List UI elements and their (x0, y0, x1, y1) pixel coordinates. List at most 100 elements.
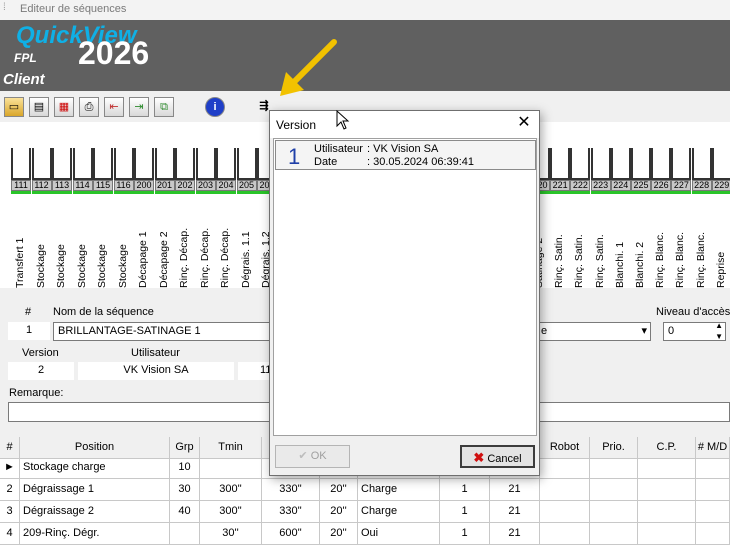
table-cell: 21 (490, 523, 540, 545)
dialog-titlebar: Version ✕ (270, 111, 539, 138)
station-number: 116 (113, 180, 134, 191)
table-cell (696, 501, 730, 523)
sequence-number: 1 (8, 322, 50, 340)
table-cell: 40 (170, 501, 200, 523)
station-name: Décapage 2 (157, 231, 170, 288)
station-name: Stockage (96, 244, 108, 288)
delete-document-icon[interactable]: ▦ (54, 97, 74, 117)
station-number: 223 (590, 180, 611, 191)
cancel-button[interactable]: ✖ Cancel (460, 445, 535, 468)
version-date-label: Date (314, 156, 338, 168)
station-status-bar (631, 191, 651, 194)
brand-year: 2026 (78, 35, 150, 71)
copy-icon[interactable]: ⧉ (154, 97, 174, 117)
version-value: 2 (8, 362, 74, 380)
import-icon[interactable]: ⇤ (104, 97, 124, 117)
station-tank[interactable] (216, 148, 236, 180)
station-name: Rinç. Satin. (553, 234, 566, 288)
station-tank[interactable] (52, 148, 72, 180)
checkmark-icon: ✔ (298, 450, 308, 462)
station-status-bar (195, 191, 216, 194)
version-user-label: Utilisateur (314, 143, 363, 155)
station-tank[interactable] (691, 148, 712, 180)
table-cell: 300'' (200, 479, 262, 501)
table-cell: 21 (490, 501, 540, 523)
station-tank[interactable] (175, 148, 195, 180)
station-name: Dégrais. 1.1 (239, 231, 252, 288)
access-level-stepper[interactable]: 0 ▲ ▼ (663, 322, 726, 341)
station-tank[interactable] (711, 148, 730, 180)
station-tank[interactable] (631, 148, 651, 180)
info-icon[interactable]: i (205, 97, 225, 117)
access-label: Niveau d'accès (656, 306, 730, 318)
open-folder-icon[interactable]: ▭ (4, 97, 24, 117)
table-cell: 20'' (320, 523, 358, 545)
station-tank[interactable] (550, 148, 571, 180)
station-number: 226 (651, 180, 672, 191)
cancel-x-icon: ✖ (473, 450, 485, 465)
user-label: Utilisateur (131, 347, 180, 359)
version-list-item[interactable]: 1 Utilisateur : VK Vision SA Date : 30.0… (275, 140, 536, 170)
table-cell: 20'' (320, 479, 358, 501)
chevron-down-icon: ▾ (641, 325, 647, 337)
station-name: Stockage (34, 244, 47, 288)
station-number: 201 (154, 180, 175, 191)
station-name: Reprise (714, 251, 727, 288)
table-cell: 30 (170, 479, 200, 501)
station-name: Rinç. Blanc. (654, 231, 667, 288)
close-icon[interactable]: ✕ (514, 114, 534, 134)
table-row[interactable]: 3 Dégraissage 2 40 300'' 330'' 20'' Charge 1 21 (0, 501, 730, 523)
station-name: Décapage 1 (137, 231, 149, 288)
station-tank[interactable] (72, 148, 93, 180)
station-tank[interactable] (93, 148, 113, 180)
dialog-title: Version (276, 118, 317, 132)
station-tank[interactable] (610, 148, 631, 180)
name-label: Nom de la séquence (53, 306, 154, 318)
table-cell (590, 479, 638, 501)
station-status-bar (113, 191, 134, 194)
cancel-button-label: Cancel (487, 453, 522, 465)
station-number: 225 (631, 180, 651, 191)
station-tank[interactable] (651, 148, 672, 180)
station-status-bar (570, 191, 591, 194)
station-tank[interactable] (570, 148, 591, 180)
station-tank[interactable] (671, 148, 692, 180)
station-number: 205 (236, 180, 257, 191)
sequence-type-select[interactable]: e ▾ (536, 322, 651, 341)
sequence-name-input[interactable]: BRILLANTAGE-SATINAGE 1 (53, 322, 278, 341)
table-row[interactable]: 2 Dégraissage 1 30 300'' 330'' 20'' Charge 1 21 (0, 479, 730, 501)
stepper-arrows-icon: ▲ ▼ (715, 322, 723, 341)
station-tank[interactable] (236, 148, 257, 180)
station-status-bar (550, 191, 571, 194)
station-number: 113 (52, 180, 72, 191)
table-cell: ► (0, 457, 20, 479)
table-cell: Charge (358, 479, 440, 501)
version-dialog: Version ✕ 1 Utilisateur : VK Vision SA D… (269, 110, 540, 476)
station-tank[interactable] (590, 148, 611, 180)
station-tank[interactable] (31, 148, 52, 180)
table-cell: 300'' (200, 501, 262, 523)
table-cell: Oui (358, 523, 440, 545)
table-row[interactable]: 4 209-Rinç. Dégr. 30'' 600'' 20'' Oui 1 21 (0, 523, 730, 545)
station-tank[interactable] (113, 148, 134, 180)
print-icon[interactable]: ⎙ (79, 97, 99, 117)
export-icon[interactable]: ⇥ (129, 97, 149, 117)
num-label: # (25, 306, 32, 318)
station-name: Blanchi. 1 (613, 241, 626, 288)
station-tank[interactable] (154, 148, 175, 180)
column-header: C.P. (638, 437, 696, 459)
annotation-arrow-icon (280, 39, 337, 96)
station-number: 204 (216, 180, 236, 191)
station-tank[interactable] (11, 148, 31, 180)
brand-edition: Client (3, 71, 45, 88)
table-cell: 1 (440, 501, 490, 523)
ok-button[interactable]: ✔ OK (275, 445, 350, 468)
table-cell: 1 (440, 479, 490, 501)
new-document-icon[interactable]: ▤ (29, 97, 49, 117)
station-status-bar (651, 191, 672, 194)
station-tank[interactable] (134, 148, 154, 180)
station-tank[interactable] (195, 148, 216, 180)
station-status-bar (711, 191, 730, 194)
station-number: 222 (570, 180, 591, 191)
table-cell (590, 523, 638, 545)
